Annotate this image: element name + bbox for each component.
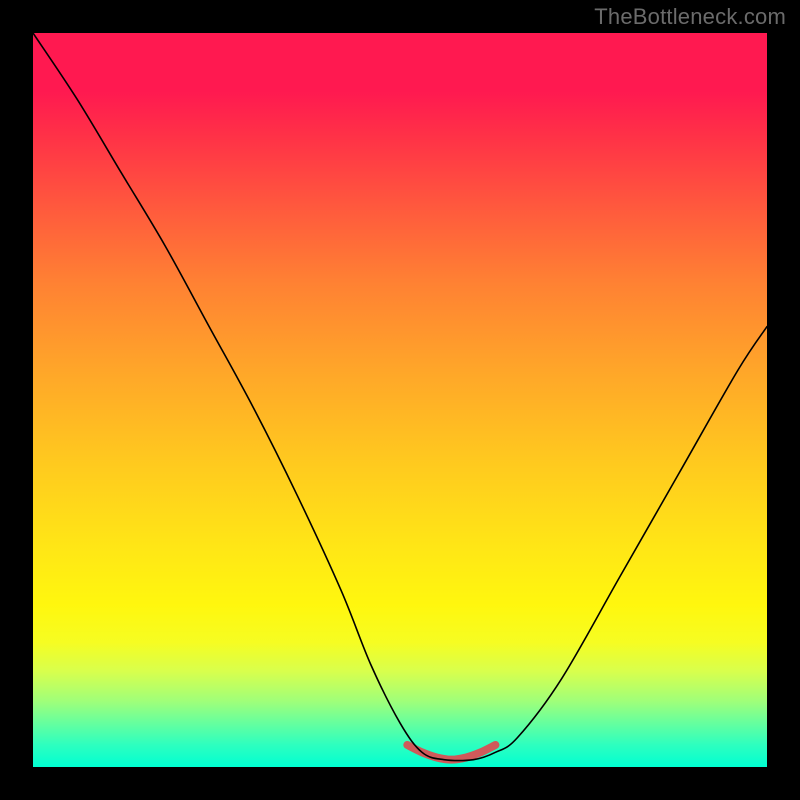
chart-frame: TheBottleneck.com	[0, 0, 800, 800]
curve-layer	[33, 33, 767, 767]
bottleneck-curve-path	[33, 33, 767, 761]
watermark-label: TheBottleneck.com	[594, 4, 786, 30]
plot-area	[33, 33, 767, 767]
